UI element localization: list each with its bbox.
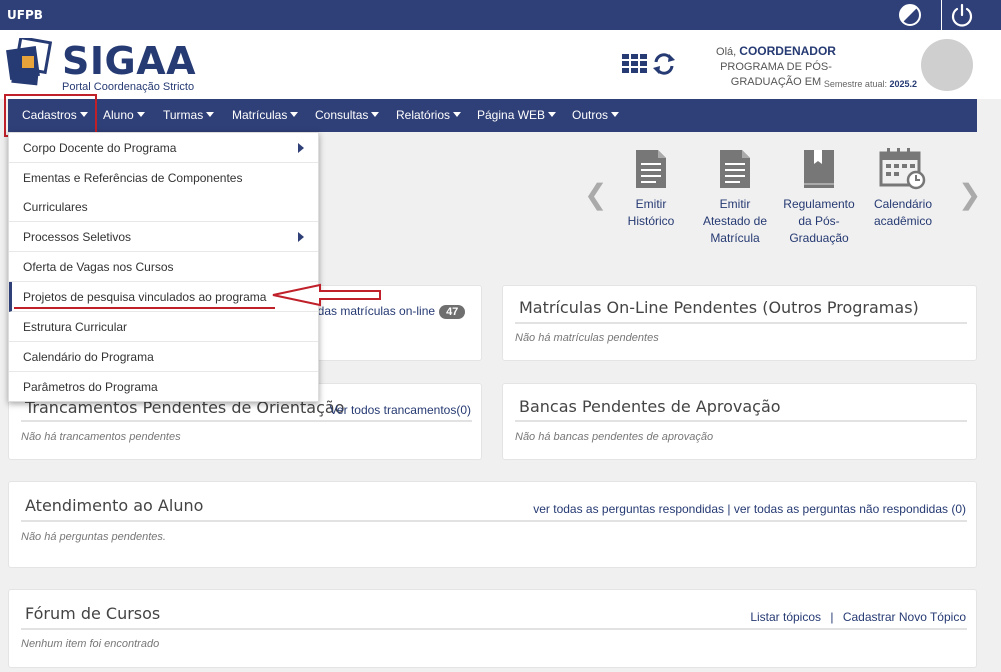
cadastros-dropdown: Corpo Docente do Programa Ementas e Refe…: [8, 132, 319, 402]
menu-item-corpo-docente[interactable]: Corpo Docente do Programa: [9, 133, 318, 163]
panel-divider: [21, 520, 967, 522]
shortcut-calendario[interactable]: Calendário acadêmico: [861, 148, 945, 230]
avatar[interactable]: [921, 39, 973, 91]
forum-panel: Fórum de Cursos Listar tópicos | Cadastr…: [8, 589, 977, 668]
menu-matriculas[interactable]: Matrículas: [232, 99, 299, 132]
menu-relatorios[interactable]: Relatórios: [396, 99, 462, 132]
panel-empty-message: Não há perguntas pendentes.: [21, 531, 166, 543]
caret-down-icon: [206, 112, 215, 117]
pending-count-badge: 47: [439, 305, 466, 319]
logo-subtitle: Portal Coordenação Stricto: [62, 81, 195, 93]
panel-empty-message: Não há matrículas pendentes: [515, 332, 659, 344]
power-icon[interactable]: [948, 1, 976, 29]
menu-outros[interactable]: Outros: [572, 99, 620, 132]
semester-value: 2025.2: [889, 79, 917, 89]
caret-down-icon: [548, 112, 557, 117]
menu-item-parametros[interactable]: Parâmetros do Programa: [9, 372, 318, 402]
menu-item-processos-seletivos[interactable]: Processos Seletivos: [9, 222, 318, 252]
perguntas-nao-respondidas-link[interactable]: ver todas as perguntas não respondidas (…: [734, 502, 966, 516]
panel-title: Atendimento ao Aluno: [25, 496, 204, 515]
link-separator: |: [727, 502, 731, 516]
matriculas-outros-programas-panel: Matrículas On-Line Pendentes (Outros Pro…: [502, 285, 977, 361]
menu-pagina-web[interactable]: Página WEB: [477, 99, 557, 132]
panel-title: Bancas Pendentes de Aprovação: [519, 397, 781, 416]
document-icon: [720, 150, 750, 188]
header: SIGAA Portal Coordenação Stricto Olá, CO…: [0, 30, 1001, 99]
panel-title: Fórum de Cursos: [25, 604, 161, 623]
contrast-icon[interactable]: [898, 3, 922, 27]
book-icon: [804, 150, 834, 188]
shortcut-label: Calendário acadêmico: [873, 197, 933, 228]
switch-profile-icon[interactable]: [652, 52, 676, 76]
atendimento-panel: Atendimento ao Aluno ver todas as pergun…: [8, 481, 977, 568]
menu-item-ementas[interactable]: Ementas e Referências de Componentes: [9, 163, 318, 193]
main-menu: Cadastros Aluno Turmas Matrículas Consul…: [8, 99, 977, 132]
menu-aluno[interactable]: Aluno: [103, 99, 145, 132]
forum-links: Listar tópicos | Cadastrar Novo Tópico: [750, 610, 966, 624]
topbar-separator: [941, 0, 942, 30]
menu-item-ementas-cont[interactable]: Curriculares: [9, 192, 318, 222]
shortcut-label: Emitir Histórico: [627, 197, 675, 228]
panel-divider: [515, 322, 967, 324]
submenu-arrow-icon: [298, 232, 304, 242]
grid-menu-icon[interactable]: [622, 54, 648, 74]
annotation-arrow-icon: [272, 283, 381, 307]
university-name: UFPB: [7, 8, 43, 22]
caret-down-icon: [290, 112, 299, 117]
caret-down-icon: [453, 112, 462, 117]
logo-title: SIGAA: [62, 39, 197, 83]
menu-consultas[interactable]: Consultas: [315, 99, 380, 132]
shortcut-emitir-atestado[interactable]: Emitir Atestado de Matrícula: [693, 148, 777, 247]
panel-empty-message: Não há trancamentos pendentes: [21, 431, 181, 443]
menu-turmas[interactable]: Turmas: [163, 99, 215, 132]
current-semester: Semestre atual: 2025.2: [824, 79, 917, 89]
shortcut-regulamento[interactable]: Regulamento da Pós- Graduação: [777, 148, 861, 247]
program-name: PROGRAMA DE PÓS-GRADUAÇÃO EM: [720, 61, 832, 88]
shortcut-label: Emitir Atestado de Matrícula: [702, 197, 768, 245]
chevron-left-icon[interactable]: ❮: [584, 178, 607, 211]
top-bar: UFPB: [0, 0, 1001, 30]
user-role: COORDENADOR: [739, 44, 836, 58]
calendar-icon: [879, 148, 926, 190]
shortcut-emitir-historico[interactable]: Emitir Histórico: [609, 148, 693, 230]
submenu-arrow-icon: [298, 143, 304, 153]
panel-divider: [21, 628, 967, 630]
panel-empty-message: Não há bancas pendentes de aprovação: [515, 431, 714, 443]
document-icon: [636, 150, 666, 188]
menu-item-estrutura-curricular[interactable]: Estrutura Curricular: [9, 312, 318, 342]
ver-todos-trancamentos-link[interactable]: Ver todos trancamentos(0): [330, 403, 471, 417]
atendimento-links: ver todas as perguntas respondidas | ver…: [533, 502, 966, 516]
shortcut-label: Regulamento da Pós- Graduação: [783, 197, 855, 245]
menu-item-oferta-vagas[interactable]: Oferta de Vagas nos Cursos: [9, 252, 318, 282]
sigaa-logo-icon[interactable]: [6, 38, 52, 88]
menu-item-calendario[interactable]: Calendário do Programa: [9, 342, 318, 372]
caret-down-icon: [371, 112, 380, 117]
caret-down-icon: [611, 112, 620, 117]
panel-empty-message: Nenhum item foi encontrado: [21, 638, 160, 650]
link-separator: |: [830, 610, 834, 624]
cadastros-highlight-box: [4, 94, 97, 137]
panel-title: Matrículas On-Line Pendentes (Outros Pro…: [519, 298, 919, 317]
caret-down-icon: [136, 112, 145, 117]
greeting-prefix: Olá,: [716, 46, 737, 58]
panel-divider: [515, 420, 967, 422]
chevron-right-icon[interactable]: ❯: [958, 178, 981, 211]
semester-label: Semestre atual:: [823, 79, 887, 89]
highlight-underline: [14, 307, 275, 309]
cadastrar-topico-link[interactable]: Cadastrar Novo Tópico: [843, 610, 966, 624]
panel-divider: [21, 420, 472, 422]
listar-topicos-link[interactable]: Listar tópicos: [750, 610, 821, 624]
perguntas-respondidas-link[interactable]: ver todas as perguntas respondidas: [533, 502, 724, 516]
bancas-panel: Bancas Pendentes de Aprovação Não há ban…: [502, 383, 977, 460]
